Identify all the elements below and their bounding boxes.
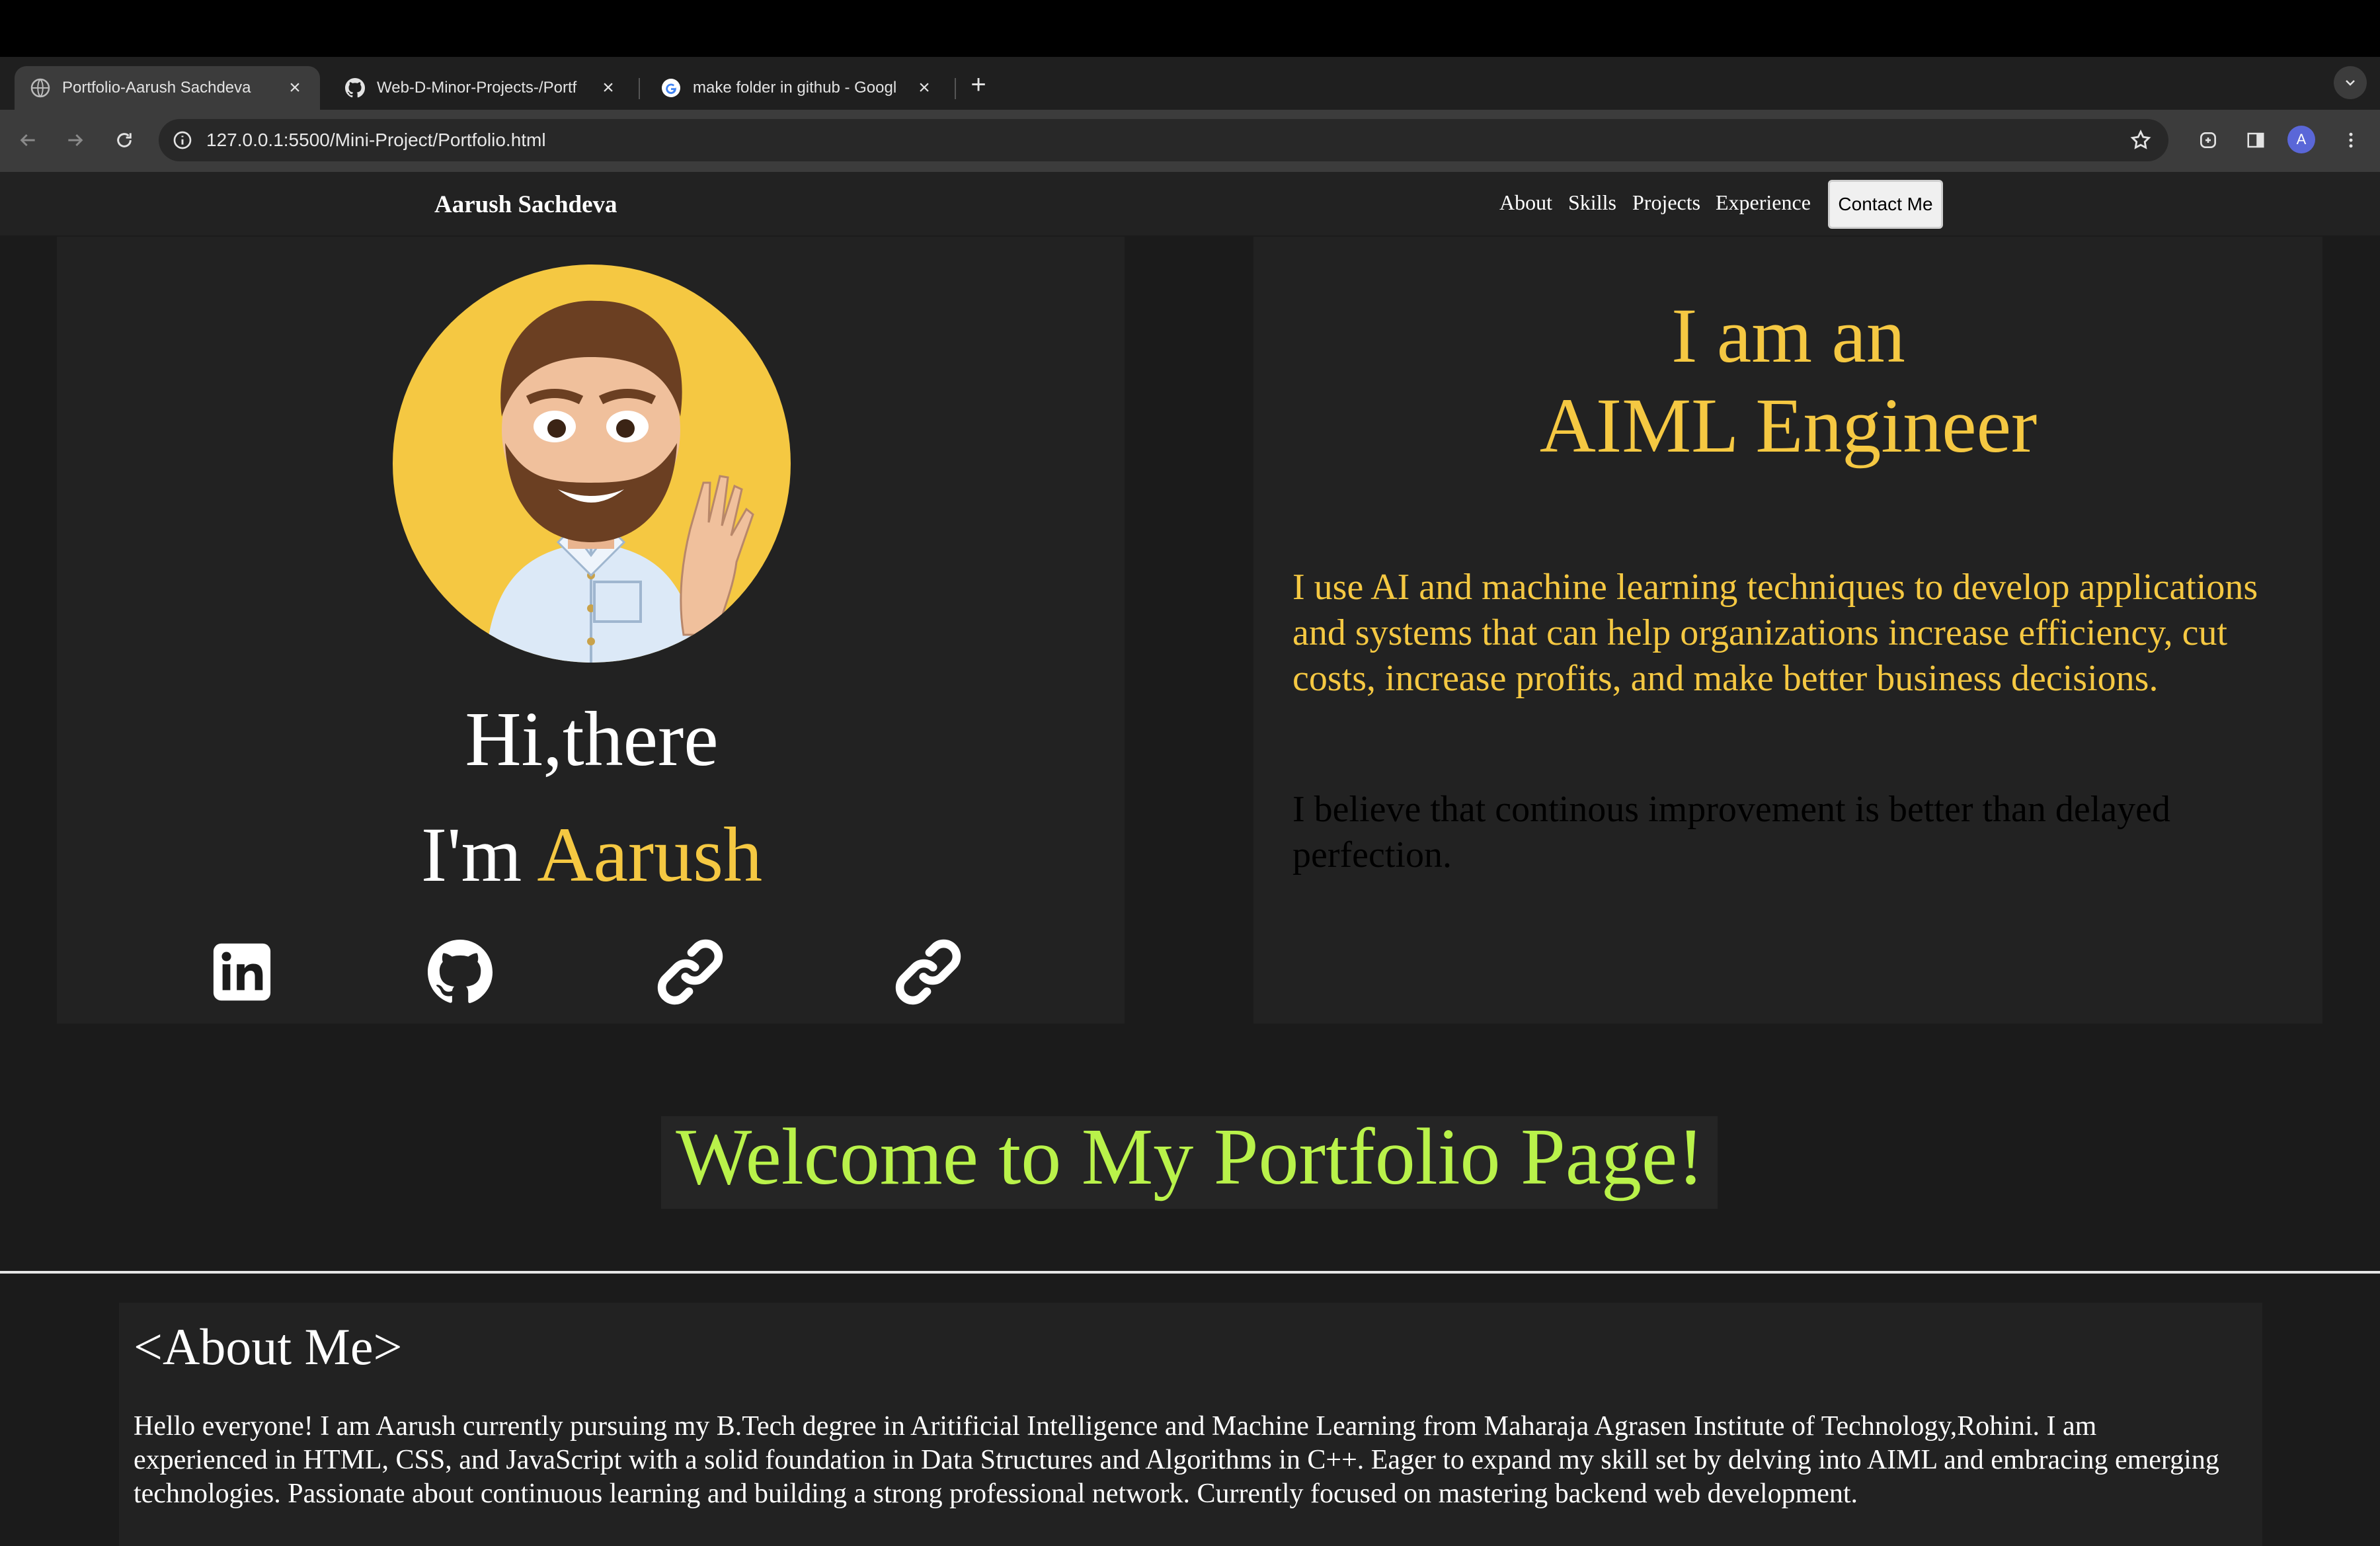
welcome-heading: Welcome to My Portfolio Page!: [676, 1112, 1704, 1201]
tab-separator: [955, 78, 956, 99]
site-brand[interactable]: Aarush Sachdeva: [434, 190, 617, 219]
linkedin-icon[interactable]: [202, 932, 282, 1012]
tab-separator: [639, 78, 640, 99]
reload-button[interactable]: [107, 123, 141, 157]
tab-search-button[interactable]: [2334, 66, 2367, 99]
about-text: Hello everyone! I am Aarush currently pu…: [134, 1411, 2219, 1509]
hero-greeting: Hi,there: [465, 696, 719, 782]
tab-title: Web-D-Minor-Projects-/Portf: [377, 79, 577, 97]
role-heading-line2: AIML Engineer: [1539, 382, 2038, 469]
hero-name: Aarush: [537, 811, 763, 898]
bookmark-star-button[interactable]: [2123, 123, 2158, 157]
url-text: 127.0.0.1:5500/Mini-Project/Portfolio.ht…: [206, 130, 546, 150]
link-icon[interactable]: [651, 932, 730, 1012]
link-icon[interactable]: [889, 932, 968, 1012]
tab-github[interactable]: Web-D-Minor-Projects-/Portf ×: [329, 66, 633, 110]
google-icon: [661, 78, 681, 98]
chevron-down-icon: [2346, 80, 2355, 86]
close-icon[interactable]: ×: [286, 77, 304, 99]
nav-link-experience[interactable]: Experience: [1716, 190, 1811, 215]
forward-button[interactable]: [58, 123, 93, 157]
back-arrow-icon: [20, 134, 35, 147]
extensions-button[interactable]: [2191, 123, 2225, 157]
address-bar[interactable]: 127.0.0.1:5500/Mini-Project/Portfolio.ht…: [159, 119, 2168, 161]
nav-link-projects[interactable]: Projects: [1632, 190, 1700, 215]
page-viewport: Aarush Sachdeva About Skills Projects Ex…: [0, 172, 2380, 1546]
hero-quote: I believe that continous improvement is …: [1292, 789, 2171, 875]
role-heading-line1: I am an: [1671, 292, 1905, 379]
screen-top-bar: [0, 0, 2380, 57]
star-icon: [2130, 129, 2151, 149]
close-icon[interactable]: ×: [915, 77, 933, 99]
nav-link-about[interactable]: About: [1499, 190, 1552, 215]
tab-title: make folder in github - Googl: [693, 79, 897, 97]
about-title: <About Me>: [134, 1318, 403, 1375]
section-divider: [0, 1271, 2380, 1274]
profile-avatar[interactable]: A: [2287, 126, 2315, 153]
github-icon[interactable]: [420, 932, 500, 1012]
close-icon[interactable]: ×: [599, 77, 617, 99]
nav-link-skills[interactable]: Skills: [1568, 190, 1616, 215]
contact-me-button[interactable]: Contact Me: [1828, 180, 1943, 229]
hero-bio: I use AI and machine learning techniques…: [1292, 567, 2258, 699]
tab-portfolio[interactable]: Portfolio-Aarush Sachdeva ×: [15, 66, 320, 110]
site-info-icon[interactable]: [169, 127, 196, 153]
side-panel-button[interactable]: [2239, 123, 2273, 157]
side-panel-icon: [2247, 132, 2264, 148]
hero-intro: I'm Aarush: [0, 810, 1183, 900]
kebab-menu-icon: [2349, 132, 2353, 148]
github-icon: [345, 78, 366, 98]
tab-google[interactable]: make folder in github - Googl ×: [645, 66, 949, 110]
reload-icon: [117, 133, 132, 147]
profile-avatar-image: [393, 264, 791, 663]
tab-title: Portfolio-Aarush Sachdeva: [62, 79, 251, 97]
globe-icon: [30, 78, 50, 98]
back-button[interactable]: [11, 123, 45, 157]
forward-arrow-icon: [68, 134, 83, 147]
new-tab-button[interactable]: +: [964, 70, 993, 99]
site-navbar: [0, 172, 2380, 235]
menu-button[interactable]: [2334, 123, 2368, 157]
extension-icon: [2200, 132, 2216, 148]
hero-im-text: I'm: [420, 811, 537, 898]
